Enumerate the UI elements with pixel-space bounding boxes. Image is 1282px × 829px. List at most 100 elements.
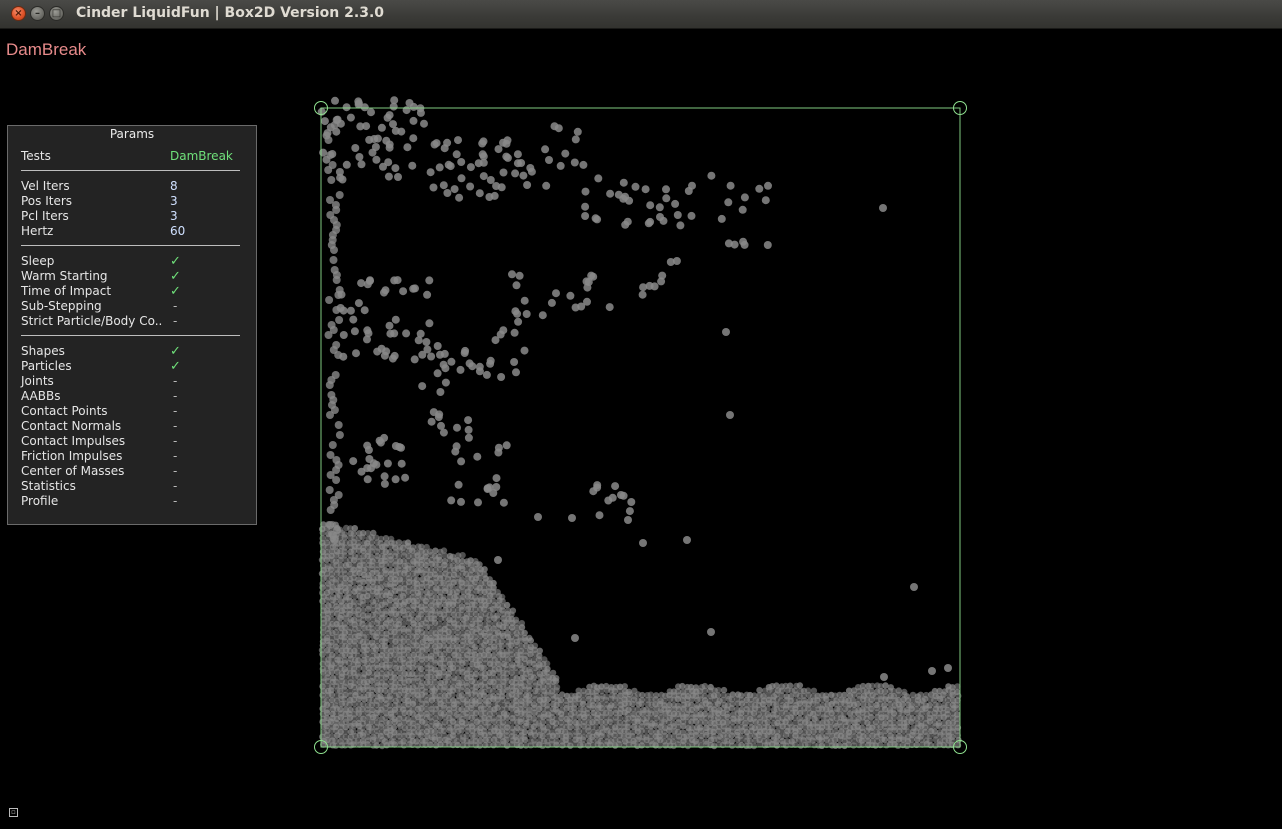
param-value[interactable]: 3 (170, 209, 178, 223)
param-row-pcl-iters[interactable]: Pcl Iters 3 (21, 209, 241, 224)
checkmark-icon[interactable]: ✓ (170, 269, 181, 284)
param-value[interactable]: 8 (170, 179, 178, 193)
particle (456, 365, 465, 374)
param-row-contact-points[interactable]: Contact Points - (21, 404, 241, 419)
particle (571, 634, 579, 642)
particle (671, 199, 680, 208)
checkmark-icon[interactable]: ✓ (170, 344, 181, 359)
particle (388, 354, 397, 363)
particle (354, 299, 363, 308)
particle (409, 134, 418, 143)
checkmark-icon[interactable]: ✓ (170, 359, 181, 374)
particle (494, 443, 503, 452)
unchecked-dash[interactable]: - (173, 419, 177, 433)
params-panel[interactable]: Params Tests DamBreak Vel Iters 8 Pos It… (7, 125, 257, 525)
unchecked-dash[interactable]: - (173, 479, 177, 493)
param-row-statistics[interactable]: Statistics - (21, 479, 241, 494)
particle (605, 303, 614, 312)
param-row-pos-iters[interactable]: Pos Iters 3 (21, 194, 241, 209)
particle (520, 296, 529, 305)
particle (339, 331, 348, 339)
param-row-aabbs[interactable]: AABBs - (21, 389, 241, 404)
particle (471, 643, 479, 651)
particle (401, 473, 410, 482)
param-row-vel-iters[interactable]: Vel Iters 8 (21, 179, 241, 194)
param-value[interactable]: 60 (170, 224, 185, 238)
param-row-friction-impulses[interactable]: Friction Impulses - (21, 449, 241, 464)
param-row-warm-starting[interactable]: Warm Starting ✓ (21, 269, 241, 284)
settings-icon[interactable]: ▫ (9, 808, 18, 817)
particle (427, 352, 436, 361)
particle (910, 583, 918, 591)
particle (390, 276, 399, 285)
unchecked-dash[interactable]: - (173, 464, 177, 478)
unchecked-dash[interactable]: - (173, 374, 177, 388)
param-row-strict-contact[interactable]: Strict Particle/Body Co.. - (21, 314, 241, 329)
particle (350, 530, 357, 537)
param-row-contact-impulses[interactable]: Contact Impulses - (21, 434, 241, 449)
particle (447, 496, 456, 505)
param-row-hertz[interactable]: Hertz 60 (21, 224, 241, 239)
particle (351, 525, 358, 532)
particle (552, 289, 560, 298)
particle (425, 276, 434, 285)
param-row-sleep[interactable]: Sleep ✓ (21, 254, 241, 269)
particle (355, 153, 364, 161)
particle (494, 612, 501, 619)
particle (498, 638, 506, 645)
particle (510, 358, 519, 366)
particle (468, 362, 477, 371)
particle (553, 675, 560, 682)
unchecked-dash[interactable]: - (173, 314, 177, 328)
param-value[interactable]: 3 (170, 194, 178, 208)
particle (786, 720, 794, 727)
particle (584, 278, 593, 287)
param-value-tests[interactable]: DamBreak (170, 149, 233, 163)
param-row-particles[interactable]: Particles ✓ (21, 359, 241, 374)
particle-field (317, 96, 962, 750)
particle (482, 370, 491, 379)
particle (352, 349, 360, 358)
particle (522, 310, 531, 318)
particle (433, 342, 442, 350)
particle (436, 350, 444, 359)
particle (422, 719, 429, 726)
particle (503, 601, 511, 609)
param-row-center-of-masses[interactable]: Center of Masses - (21, 464, 241, 479)
checkmark-icon[interactable]: ✓ (170, 254, 181, 269)
param-label: Joints (21, 374, 54, 388)
particle (530, 715, 537, 722)
unchecked-dash[interactable]: - (173, 494, 177, 508)
particle (513, 150, 522, 159)
param-row-time-of-impact[interactable]: Time of Impact ✓ (21, 284, 241, 299)
particle (457, 158, 466, 166)
particle (382, 567, 389, 574)
param-row-joints[interactable]: Joints - (21, 374, 241, 389)
particle (391, 594, 398, 601)
param-label: Pos Iters (21, 194, 73, 208)
param-row-sub-stepping[interactable]: Sub-Stepping - (21, 299, 241, 314)
particle (502, 441, 511, 450)
particle (325, 296, 334, 304)
checkmark-icon[interactable]: ✓ (170, 284, 181, 299)
param-row-tests[interactable]: Tests DamBreak (21, 149, 241, 164)
particle (319, 148, 328, 157)
param-row-profile[interactable]: Profile - (21, 494, 241, 509)
param-row-shapes[interactable]: Shapes ✓ (21, 344, 241, 359)
particle (479, 137, 488, 146)
particle (437, 421, 445, 430)
particle (556, 161, 565, 170)
particle (357, 279, 366, 288)
particle (662, 185, 670, 194)
unchecked-dash[interactable]: - (173, 434, 177, 448)
unchecked-dash[interactable]: - (173, 389, 177, 403)
particle (553, 684, 561, 691)
unchecked-dash[interactable]: - (173, 299, 177, 313)
unchecked-dash[interactable]: - (173, 449, 177, 463)
unchecked-dash[interactable]: - (173, 404, 177, 418)
particle (466, 163, 475, 172)
particle (468, 720, 475, 727)
particle (953, 688, 961, 696)
particle (462, 720, 470, 727)
param-row-contact-normals[interactable]: Contact Normals - (21, 419, 241, 434)
